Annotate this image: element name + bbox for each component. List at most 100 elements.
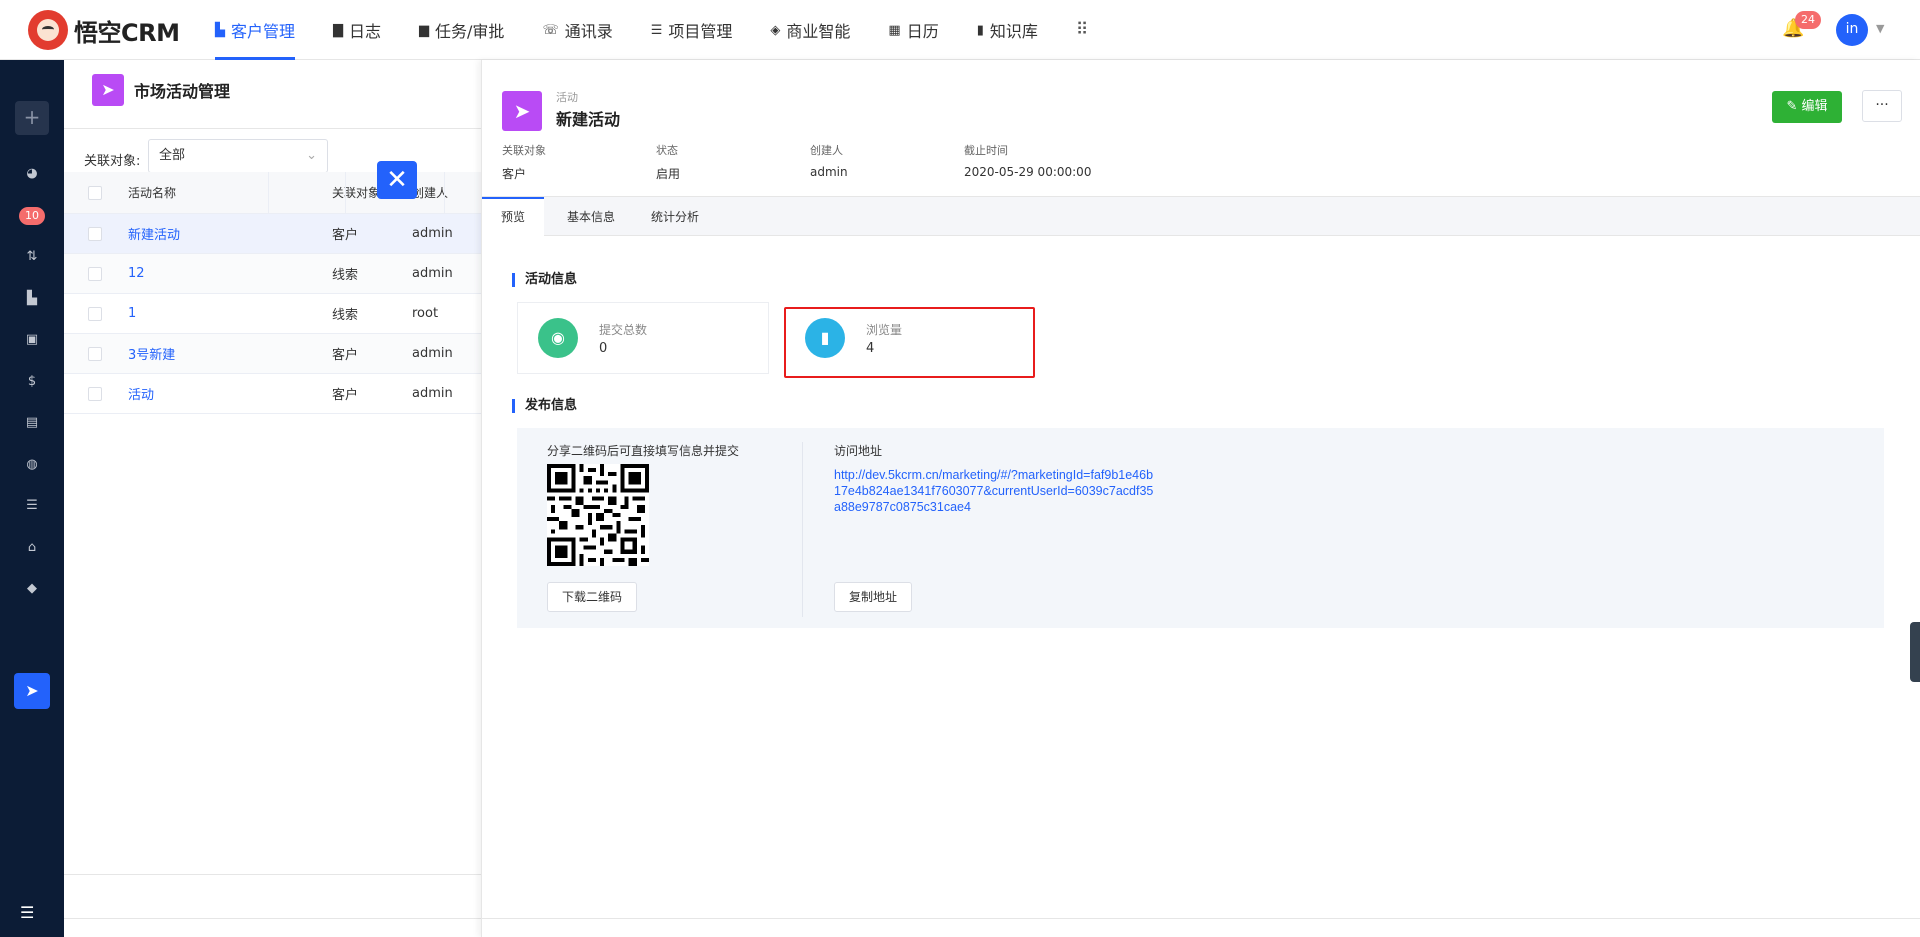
column-divider (268, 172, 269, 213)
url-label: 访问地址 (834, 444, 883, 458)
section-title-publish: 发布信息 (512, 399, 577, 413)
edit-icon: ✎ (1786, 99, 1802, 114)
edit-button[interactable]: ✎ 编辑 (1772, 91, 1842, 123)
page-footer-divider (64, 918, 490, 919)
nav-label: 日历 (906, 22, 939, 41)
building-icon[interactable]: ▙ (20, 287, 44, 311)
section-title-activity: 活动信息 (512, 273, 577, 287)
download-qr-button[interactable]: 下载二维码 (547, 582, 637, 612)
table-header: 活动名称 关联对象 创建人 活动 (64, 172, 548, 214)
page-title: 市场活动管理 (134, 82, 231, 101)
dashboard-icon[interactable]: ◕ (20, 162, 44, 186)
detail-title: 新建活动 (556, 110, 621, 129)
cell-object: 客户 (332, 388, 359, 403)
nav-contacts[interactable]: ☏ 通讯录 (530, 0, 624, 60)
home-icon[interactable]: ⌂ (20, 536, 44, 560)
cell-object: 客户 (332, 228, 359, 243)
contact-card-icon[interactable]: ▣ (20, 328, 44, 352)
nav-calendar[interactable]: ▦ 日历 (876, 0, 950, 60)
row-checkbox[interactable] (88, 334, 102, 373)
moneybag-icon[interactable]: ◍ (20, 453, 44, 477)
meta-value: admin (810, 165, 848, 179)
detail-panel: ➤ 活动 新建活动 ✎ 编辑 ··· 关联对象 客户 状态 启用 创建人 admin … (481, 60, 1920, 937)
brand-logo[interactable]: 悟空CRM (28, 10, 180, 50)
access-url-link[interactable]: http://dev.5kcrm.cn/marketing/#/?marketi… (834, 467, 1154, 515)
list-icon: ☰ (650, 22, 663, 38)
qr-hint: 分享二维码后可直接填写信息并提交 (547, 444, 740, 458)
nav-journal[interactable]: ▇ 日志 (321, 0, 393, 60)
meta-creator: 创建人 admin (810, 142, 848, 179)
meta-value: 客户 (502, 167, 527, 181)
meta-related-object: 关联对象 客户 (502, 142, 546, 182)
checkbox-box (88, 346, 102, 361)
chevron-down-icon: ⌄ (306, 148, 317, 163)
select-all-checkbox[interactable] (88, 172, 102, 213)
more-button[interactable]: ··· (1862, 90, 1902, 122)
paper-plane-icon[interactable]: ➤ (14, 673, 50, 709)
product-box-icon[interactable]: ◆ (20, 577, 44, 601)
page-header: ➤ 市场活动管理 (92, 74, 230, 106)
nav-label: 项目管理 (668, 22, 733, 41)
meta-deadline: 截止时间 2020-05-29 00:00:00 (964, 142, 1091, 179)
meta-value: 启用 (656, 167, 681, 181)
todo-badge[interactable]: 10 (19, 207, 45, 225)
close-panel-button[interactable]: ✕ (377, 161, 417, 199)
col-header-name[interactable]: 活动名称 (128, 172, 332, 213)
stat-label: 提交总数 (599, 323, 648, 337)
meta-key: 创建人 (810, 144, 843, 157)
divider (802, 442, 803, 617)
activity-name-link[interactable]: 新建活动 (128, 214, 332, 253)
checkbox-box (88, 226, 102, 241)
nav-bi[interactable]: ◈ 商业智能 (758, 0, 862, 60)
row-checkbox[interactable] (88, 374, 102, 413)
avatar[interactable]: in (1836, 14, 1868, 46)
tab-basic-info[interactable]: 基本信息 (548, 197, 634, 236)
contract-icon[interactable]: ▤ (20, 411, 44, 435)
cell-object: 线索 (332, 268, 359, 283)
table-row[interactable]: 新建活动 客户 admin (64, 214, 490, 254)
invoice-icon[interactable]: ☰ (20, 494, 44, 518)
activity-name-link[interactable]: 活动 (128, 374, 332, 413)
nav-knowledge[interactable]: ▮ 知识库 (965, 0, 1050, 60)
filter-label: 关联对象: (84, 154, 141, 169)
paper-plane-icon: ➤ (502, 91, 542, 131)
collapse-menu-icon[interactable]: ☰ (20, 903, 34, 922)
nav-projects[interactable]: ☰ 项目管理 (639, 0, 745, 60)
tab-statistics[interactable]: 统计分析 (632, 197, 718, 236)
checkbox-box (88, 386, 102, 401)
tab-preview[interactable]: 预览 (482, 197, 545, 237)
activity-name-link[interactable]: 1 (128, 294, 332, 333)
table-row[interactable]: 活动 客户 admin 研讨 (64, 374, 550, 414)
row-checkbox[interactable] (88, 214, 102, 253)
book-icon: ▮ (976, 22, 984, 38)
publish-info-box: 分享二维码后可直接填写信息并提交 下载二维码 访问地址 http://dev.5… (517, 428, 1884, 628)
checkbox-box (88, 306, 102, 321)
nav-label: 知识库 (989, 22, 1038, 41)
side-drawer-handle[interactable] (1910, 622, 1920, 682)
money-icon[interactable]: $ (20, 370, 44, 394)
stat-value: 0 (599, 341, 608, 356)
activity-table: 活动名称 关联对象 创建人 活动 新建活动 客户 admin 12 线索 adm… (64, 172, 550, 414)
table-row[interactable]: 3号新建 客户 admin 营销 (64, 334, 550, 374)
table-row[interactable]: 12 线索 admin (64, 254, 490, 294)
paper-plane-icon: ➤ (92, 74, 124, 106)
nav-label: 商业智能 (786, 22, 851, 41)
notebook-icon: ▇ (333, 22, 344, 38)
row-checkbox[interactable] (88, 254, 102, 293)
apps-grid-button[interactable]: ⠿ (1064, 0, 1100, 60)
brand-name: 悟空CRM (74, 18, 180, 47)
transfer-icon[interactable]: ⇅ (20, 245, 44, 269)
cell-object: 客户 (332, 348, 359, 363)
activity-name-link[interactable]: 3号新建 (128, 334, 332, 373)
row-checkbox[interactable] (88, 294, 102, 333)
copy-url-button[interactable]: 复制地址 (834, 582, 912, 612)
chevron-down-icon[interactable]: ▼ (1876, 22, 1884, 35)
table-row[interactable]: 1 线索 root (64, 294, 490, 334)
meta-value: 2020-05-29 00:00:00 (964, 165, 1092, 179)
activity-name-link[interactable]: 12 (128, 254, 332, 293)
quick-add-button[interactable]: + (15, 101, 49, 135)
nav-tasks[interactable]: ▆ 任务/审批 (407, 0, 516, 60)
table-footer-divider (64, 874, 490, 875)
related-object-select[interactable]: 全部 ⌄ (148, 139, 328, 173)
nav-customer-management[interactable]: ▙ 客户管理 (203, 0, 307, 60)
